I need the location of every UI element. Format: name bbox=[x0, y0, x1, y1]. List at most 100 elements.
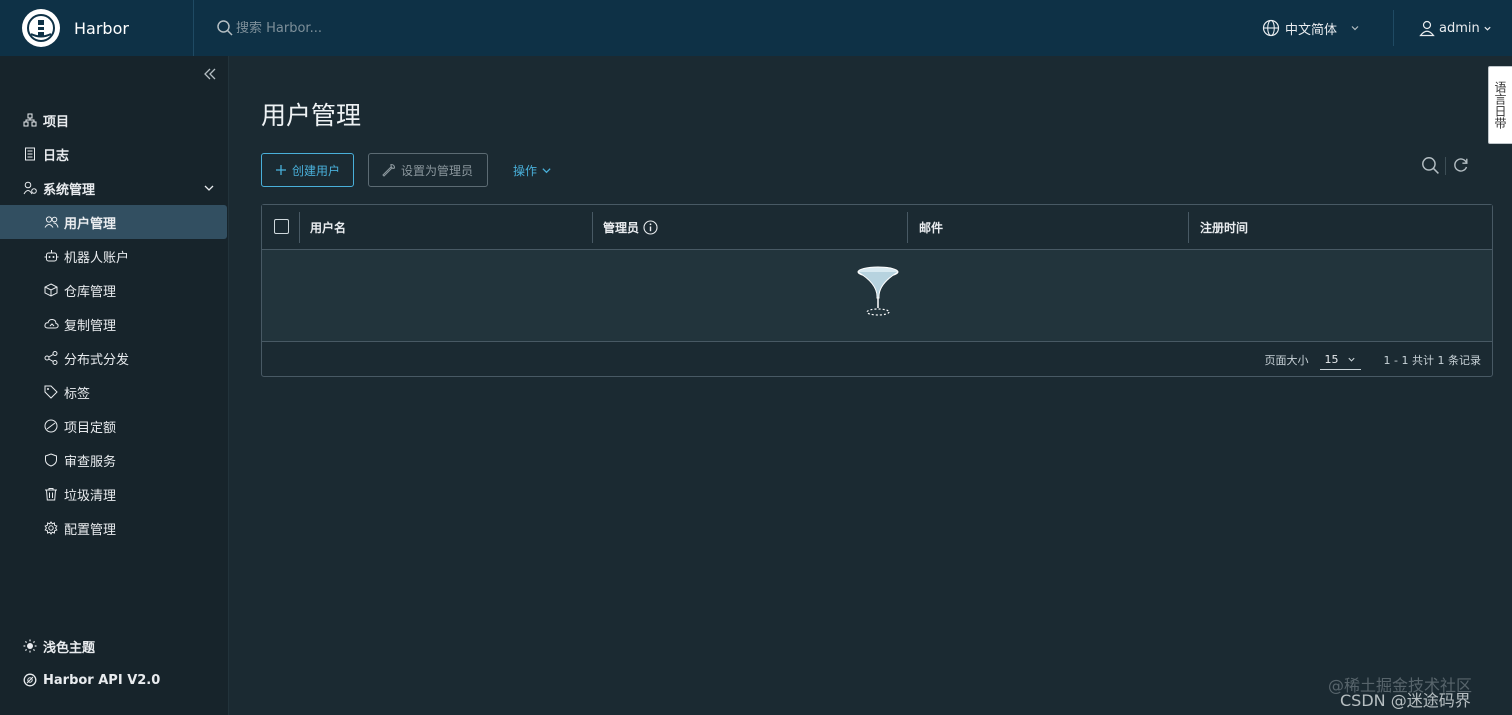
wrench-icon bbox=[382, 163, 396, 177]
sidebar-item-label: 垃圾清理 bbox=[64, 488, 117, 504]
chevron-down-icon bbox=[1347, 357, 1355, 362]
user-menu[interactable]: admin bbox=[1418, 0, 1492, 56]
datagrid-body bbox=[262, 250, 1492, 342]
sidebar-item-label: 分布式分发 bbox=[64, 352, 130, 368]
sidebar-item-user-management[interactable]: 用户管理 bbox=[0, 205, 227, 239]
sidebar-item-projects[interactable]: 项目 bbox=[0, 103, 227, 137]
set-as-admin-label: 设置为管理员 bbox=[401, 163, 474, 178]
theme-label: 浅色主题 bbox=[43, 640, 96, 656]
search-icon bbox=[217, 20, 233, 36]
gear-icon bbox=[43, 520, 59, 536]
shield-icon bbox=[43, 452, 59, 468]
sidebar: 项目 日志 系统管理 用户管理 机器人账户 仓库管理 复制管理 分布式分发 标签… bbox=[0, 56, 229, 715]
sidebar-item-system-admin[interactable]: 系统管理 bbox=[0, 171, 227, 205]
sidebar-item-label: 用户管理 bbox=[64, 216, 117, 232]
search-icon[interactable] bbox=[1421, 156, 1440, 175]
page-size-select[interactable]: 15 bbox=[1319, 350, 1361, 370]
loading-funnel-icon bbox=[857, 266, 899, 316]
brand[interactable]: Harbor bbox=[0, 0, 194, 56]
chevron-down-icon bbox=[1351, 26, 1359, 31]
sidebar-item-label: 日志 bbox=[43, 148, 70, 164]
brand-name: Harbor bbox=[74, 18, 129, 38]
top-header: Harbor 中文简体 admin bbox=[0, 0, 1512, 56]
global-search[interactable] bbox=[216, 0, 436, 56]
column-header-username[interactable]: 用户名 bbox=[310, 205, 346, 250]
sidebar-item-label: 项目 bbox=[43, 114, 70, 130]
set-as-admin-button[interactable]: 设置为管理员 bbox=[368, 153, 488, 187]
sun-icon bbox=[22, 638, 38, 654]
column-separator bbox=[299, 212, 300, 243]
select-all-checkbox[interactable] bbox=[274, 219, 289, 234]
column-label: 管理员 bbox=[603, 221, 640, 235]
sidebar-item-label: 标签 bbox=[64, 386, 91, 402]
page-size-label: 页面大小 bbox=[1264, 354, 1309, 367]
column-header-admin[interactable]: 管理员 bbox=[603, 205, 658, 250]
watermark-csdn: CSDN @迷途码界 bbox=[1340, 691, 1471, 710]
theme-toggle[interactable]: 浅色主题 bbox=[0, 634, 95, 658]
header-divider bbox=[1393, 10, 1394, 46]
chevron-down-icon bbox=[542, 168, 551, 174]
sidebar-item-robot-accounts[interactable]: 机器人账户 bbox=[0, 239, 227, 273]
plus-icon bbox=[275, 164, 287, 176]
sidebar-item-label: 仓库管理 bbox=[64, 284, 117, 300]
refresh-icon[interactable] bbox=[1453, 157, 1469, 173]
column-separator bbox=[907, 212, 908, 243]
username: admin bbox=[1439, 20, 1480, 36]
sidebar-item-garbage-collection[interactable]: 垃圾清理 bbox=[0, 477, 227, 511]
sidebar-item-label: 审查服务 bbox=[64, 454, 117, 470]
sidebar-item-replications[interactable]: 复制管理 bbox=[0, 307, 227, 341]
actions-dropdown[interactable]: 操作 bbox=[513, 162, 552, 179]
sidebar-item-logs[interactable]: 日志 bbox=[0, 137, 227, 171]
robot-icon bbox=[43, 248, 59, 264]
chevron-down-icon bbox=[1484, 26, 1491, 31]
create-user-button[interactable]: 创建用户 bbox=[261, 153, 355, 187]
actions-label: 操作 bbox=[513, 164, 538, 178]
quota-icon bbox=[43, 418, 59, 434]
column-separator bbox=[592, 212, 593, 243]
sidebar-item-label: 配置管理 bbox=[64, 522, 117, 538]
log-icon bbox=[22, 146, 38, 162]
column-separator bbox=[1188, 212, 1189, 243]
users-icon bbox=[43, 214, 59, 230]
search-input[interactable] bbox=[236, 20, 436, 36]
datagrid-header: 用户名 管理员 邮件 注册时间 bbox=[262, 205, 1492, 250]
tag-icon bbox=[43, 384, 59, 400]
floating-side-tab[interactable]: 语言日带 bbox=[1488, 66, 1512, 144]
sidebar-item-label: 机器人账户 bbox=[64, 250, 130, 266]
api-icon bbox=[22, 672, 38, 688]
chevron-down-icon bbox=[204, 185, 214, 191]
globe-icon bbox=[1262, 19, 1280, 37]
column-label: 注册时间 bbox=[1200, 221, 1249, 235]
sidebar-item-label: 系统管理 bbox=[43, 182, 96, 198]
datagrid-footer: 页面大小 15 1 - 1 共计 1 条记录 bbox=[262, 343, 1492, 377]
distribution-icon bbox=[43, 350, 59, 366]
users-datagrid: 用户名 管理员 邮件 注册时间 页面大小 15 1 - 1 共计 1 条记录 bbox=[261, 204, 1493, 377]
admin-icon bbox=[22, 180, 38, 196]
sidebar-item-configuration[interactable]: 配置管理 bbox=[0, 511, 227, 545]
sidebar-item-registries[interactable]: 仓库管理 bbox=[0, 273, 227, 307]
language-switcher[interactable]: 中文简体 bbox=[1262, 0, 1360, 56]
collapse-sidebar-icon[interactable] bbox=[203, 67, 217, 81]
harbor-logo-icon bbox=[22, 9, 60, 47]
sidebar-item-distributions[interactable]: 分布式分发 bbox=[0, 341, 227, 375]
sidebar-item-label: 项目定额 bbox=[64, 420, 117, 436]
page-title: 用户管理 bbox=[261, 101, 362, 130]
column-header-registration-time[interactable]: 注册时间 bbox=[1200, 205, 1248, 250]
column-label: 用户名 bbox=[310, 221, 347, 235]
toolbar-divider bbox=[1445, 157, 1446, 175]
project-icon bbox=[22, 112, 38, 128]
sidebar-item-project-quotas[interactable]: 项目定额 bbox=[0, 409, 227, 443]
info-icon[interactable] bbox=[643, 220, 658, 235]
replication-icon bbox=[43, 316, 59, 332]
language-label: 中文简体 bbox=[1285, 22, 1338, 38]
api-link[interactable]: Harbor API V2.0 bbox=[0, 668, 160, 692]
pagination-summary: 1 - 1 共计 1 条记录 bbox=[1383, 354, 1481, 367]
column-header-email[interactable]: 邮件 bbox=[919, 205, 943, 250]
api-label: Harbor API V2.0 bbox=[43, 672, 161, 688]
sidebar-item-label: 复制管理 bbox=[64, 318, 117, 334]
user-icon bbox=[1419, 20, 1435, 37]
sidebar-item-labels[interactable]: 标签 bbox=[0, 375, 227, 409]
sidebar-item-interrogation-services[interactable]: 审查服务 bbox=[0, 443, 227, 477]
registry-icon bbox=[43, 282, 59, 298]
page-size-value: 15 bbox=[1324, 353, 1339, 366]
